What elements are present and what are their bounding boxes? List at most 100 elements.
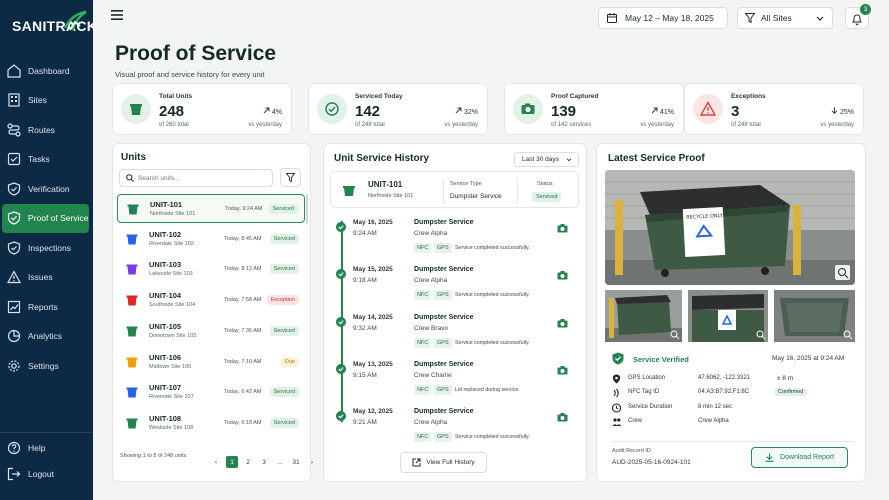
stat-card-exceptions: Exceptions 3 of 248 total 25% vs yesterday [684,83,864,135]
sidebar-item-reports[interactable]: Reports [2,292,89,322]
history-service: Dumpster Service [414,219,474,226]
dumpster-icon [126,387,138,398]
sidebar-item-dashboard[interactable]: Dashboard [2,56,89,86]
history-tag: NFC [414,243,432,253]
history-range-dropdown[interactable]: Last 30 days [514,152,579,167]
shield-check-icon [7,241,21,255]
detail-value: 04:A3:B7:92:F1:8C [698,389,750,396]
unit-list-item[interactable]: UNIT-101 Northside Site 101 Today, 9:24 AM… [117,194,305,223]
sidebar-item-proof-of-service[interactable]: Proof of Service [2,203,89,233]
sidebar-item-sites[interactable]: Sites [2,86,89,116]
history-tag: NFC [414,432,432,443]
check-circle-icon [325,102,339,116]
sidebar-item-routes[interactable]: Routes [2,115,89,145]
history-entry[interactable]: May 12, 2025 9:21 AM Dumpster Service Crew … [333,408,573,454]
page-button[interactable]: 1 [226,456,238,468]
dumpster-main-photo[interactable]: RECYCLE ONLY [605,170,855,285]
unit-name: UNIT-108 [149,413,182,423]
camera-icon[interactable] [557,412,568,422]
history-note: Service completed successfully. [455,245,530,251]
download-report-button[interactable]: Download Report [751,447,848,468]
unit-site: Southside Site 104 [149,302,196,309]
unit-list-item[interactable]: UNIT-107 Riverside Site 107 Today, 6:42 AM… [117,378,305,407]
sidebar-item-tasks[interactable]: Tasks [2,145,89,175]
history-entry[interactable]: May 15, 2025 9:18 AM Dumpster Service Crew … [333,266,573,312]
sidebar-item-label: Proof of Service [28,213,89,224]
stat-comparison: vs yesterday [640,122,674,128]
prev-page-button[interactable]: ‹ [210,456,222,468]
unit-status-badge: Serviced [269,325,299,336]
unit-name: UNIT-101 [150,200,183,209]
history-time: 9:32 AM [353,324,377,332]
camera-icon[interactable] [557,270,568,280]
camera-icon[interactable] [557,223,568,233]
history-time: 9:21 AM [353,419,377,427]
next-page-button[interactable]: › [306,456,318,468]
proof-thumbnail-1[interactable] [605,290,682,342]
brand-logo[interactable]: SANITRACK [12,10,97,34]
stat-change: 25% [831,107,854,116]
stat-change: 41% [651,107,674,116]
camera-icon[interactable] [557,318,568,328]
pagination: ‹ 1 2 3... 31 › [210,456,318,468]
stat-value: 142 [355,103,381,120]
proof-thumbnail-3[interactable] [774,290,855,342]
stat-label: Proof Captured [551,93,599,100]
unit-site: Westside Site 108 [149,424,194,431]
sidebar-item-verification[interactable]: Verification [2,174,89,204]
sidebar-item-analytics[interactable]: Analytics [2,322,89,352]
proof-thumbnail-2[interactable] [688,290,768,342]
history-entry[interactable]: May 14, 2025 9:32 AM Dumpster Service Crew … [333,314,573,360]
history-entry[interactable]: May 13, 2025 9:15 AM Dumpster Service Crew … [333,361,573,407]
unit-list-item[interactable]: UNIT-106 Midtown Site 106 Today, 7:10 AM Du… [117,348,305,377]
sidebar-item-settings[interactable]: Settings [2,351,89,381]
history-tag: GPS [434,337,452,348]
unit-list-item[interactable]: UNIT-105 Downtown Site 105 Today, 7:36 AM S… [117,317,305,346]
page-button[interactable]: 2 [242,456,254,468]
unit-list-item[interactable]: UNIT-102 Riverdale Site 102 Today, 8:45 AM… [117,225,305,254]
history-note: Service completed successfully. [455,434,530,441]
sidebar-item-help[interactable]: Help [2,435,89,461]
unit-status-badge: Serviced [269,233,299,244]
sidebar-item-label: Logout [28,469,54,479]
page-button[interactable]: 3 [258,456,270,468]
sidebar-item-logout[interactable]: Logout [2,461,89,487]
site-filter-dropdown[interactable]: All Sites [737,7,833,29]
service-verified-label: Service Verified [633,355,689,364]
history-entry[interactable]: May 16, 2025 9:24 AM Dumpster Service Crew … [333,219,573,265]
stat-icon-circle [693,94,723,124]
units-panel-title: Units [121,152,146,163]
clock-icon [612,403,621,413]
stat-change-value: 25% [839,109,854,116]
unit-list-item[interactable]: UNIT-108 Westside Site 108 Today, 6:18 AM S… [117,409,305,438]
stat-icon-circle [513,94,543,124]
menu-icon[interactable] [111,10,123,20]
units-scrollbar[interactable] [306,194,308,224]
logo-swoosh-icon [63,10,87,31]
unit-name: UNIT-105 [149,321,182,331]
sidebar-item-label: Settings [28,360,59,371]
route-icon [7,123,21,137]
page-button[interactable]: 31 [290,456,302,468]
detail-extra: ± 8 m [777,375,794,382]
detail-label: NFC Tag ID [628,389,660,396]
unit-list-item[interactable]: UNIT-103 Lakeside Site 103 Today, 8:12 AM S… [117,255,305,284]
page-title: Proof of Service [115,42,277,65]
stat-comparison: vs yesterday [444,122,478,128]
history-date: May 15, 2025 [353,266,393,274]
sidebar-item-issues[interactable]: Issues [2,263,89,293]
view-full-history-button[interactable]: View Full History [400,452,487,473]
warning-icon [7,270,21,284]
date-range-picker[interactable]: May 12 – May 18, 2025 [598,7,728,29]
search-icon [126,174,134,182]
unit-search-input[interactable]: Search units... [119,169,273,187]
unit-list-item[interactable]: UNIT-104 Southside Site 104 Today, 7:58 AM… [117,286,305,315]
camera-icon[interactable] [557,365,568,375]
sidebar-item-inspections[interactable]: Inspections [2,233,89,263]
history-tag: NFC [414,290,432,301]
unit-filter-button[interactable] [280,168,301,187]
chevron-down-icon [816,16,824,21]
notifications-button[interactable]: 3 [845,4,871,29]
page-subtitle: Visual proof and service history for eve… [115,70,265,79]
detail-extra-badge: Confirmed [774,388,808,397]
